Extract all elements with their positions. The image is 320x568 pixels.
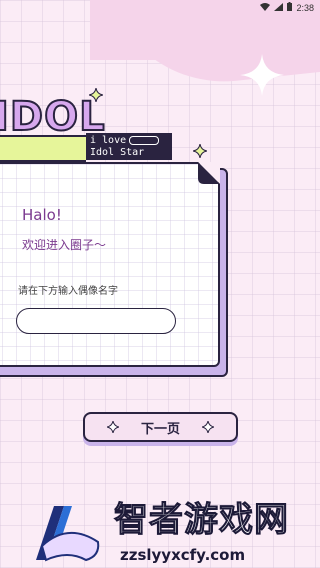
greeting-card: Halo! 欢迎进入圈子～ 请在下方输入偶像名字 [0,162,220,367]
input-prompt: 请在下方输入偶像名字 [18,286,118,297]
sparkle-icon-right [202,421,214,433]
sparkle-icon-small-2 [193,144,207,158]
tag-bar [129,135,160,145]
signal-icon [274,2,284,14]
folded-corner-icon [198,162,220,184]
tag-line-1: i love [90,135,127,146]
tag-line-2: Idol Star [90,147,145,158]
greeting-text: Halo! [22,206,62,224]
logo-strip [0,135,86,162]
watermark-logo-icon [36,506,100,562]
next-page-button[interactable]: 下一页 [83,412,238,442]
sparkle-icon-large [240,54,284,96]
idol-logo: IDOL [0,94,106,140]
watermark-url: zzslyyxcfy.com [120,546,246,564]
status-bar: 2:38 [0,0,320,16]
idol-name-input[interactable] [16,308,176,334]
status-time: 2:38 [296,3,314,13]
sparkle-icon-left [106,421,119,433]
wifi-icon [260,2,271,14]
i-love-idol-star-tag: i love Idol Star [86,133,172,160]
welcome-text: 欢迎进入圈子～ [22,238,107,252]
next-page-label: 下一页 [140,421,180,437]
battery-icon [287,2,293,14]
watermark-title: 智者游戏网 [114,500,289,541]
